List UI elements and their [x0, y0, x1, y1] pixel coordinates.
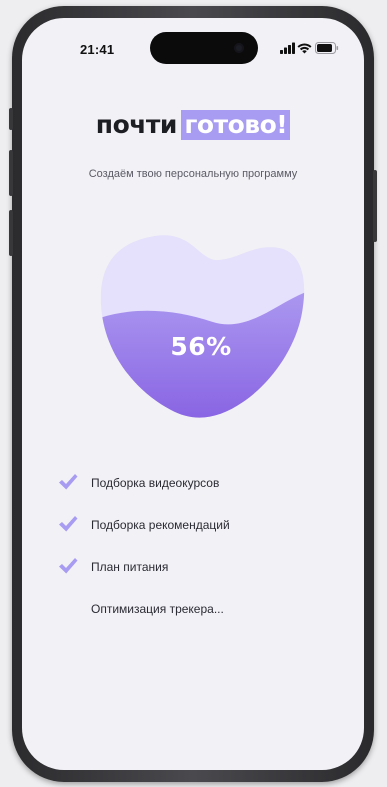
checkmark-icon	[59, 474, 78, 490]
page-subtitle: Создаём твою персональную программу	[88, 168, 298, 180]
checkmark-icon	[59, 516, 78, 532]
dynamic-island	[150, 32, 258, 64]
title-highlight: готово!	[181, 110, 291, 140]
page-title: почти готово!	[22, 110, 364, 140]
task-label: Подборка рекомендаций	[91, 518, 230, 532]
action-button	[9, 108, 13, 130]
wifi-icon	[297, 43, 312, 54]
progress-heart: 56%	[95, 230, 307, 426]
front-camera-icon	[234, 43, 244, 53]
title-text: почти	[95, 110, 178, 139]
progress-percent: 56%	[170, 332, 232, 361]
app-screen: 21:41 почти готово! Создаём твою персона…	[22, 18, 364, 770]
task-list: Подборка видеокурсов Подборка рекомендац…	[58, 473, 348, 641]
volume-up-button	[9, 150, 13, 196]
task-item: План питания	[58, 557, 348, 577]
status-bar: 21:41	[22, 18, 364, 70]
task-item: Подборка рекомендаций	[58, 515, 348, 535]
heart-graphic	[100, 235, 305, 418]
task-item: Оптимизация трекера...	[58, 599, 348, 619]
battery-icon	[315, 42, 339, 54]
status-time: 21:41	[80, 42, 115, 57]
power-button	[373, 170, 377, 242]
volume-down-button	[9, 210, 13, 256]
task-label: План питания	[91, 560, 169, 574]
task-label: Оптимизация трекера...	[91, 602, 224, 616]
task-label: Подборка видеокурсов	[91, 476, 220, 490]
cellular-signal-icon	[280, 42, 295, 54]
checkmark-icon	[59, 558, 78, 574]
task-item: Подборка видеокурсов	[58, 473, 348, 493]
status-icons	[280, 42, 340, 56]
